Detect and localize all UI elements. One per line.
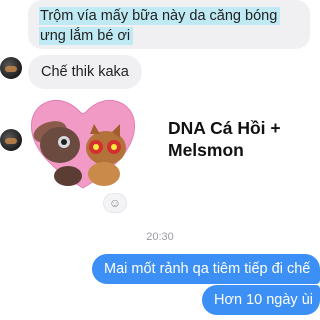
message-text: Mai mốt rảnh qa tiêm tiếp đi chế — [104, 261, 311, 277]
emoji-plus-icon[interactable]: ☺ — [104, 194, 126, 212]
received-message-bubble[interactable]: Chế thik kaka — [28, 55, 142, 89]
cat-right-icon — [86, 124, 126, 186]
message-text-line-1: Trộm vía mấy bữa này da căng bóng — [39, 7, 281, 25]
message-text-line-2: ưng lắm bé ơi — [39, 27, 134, 45]
sent-message-bubble[interactable]: Hơn 10 ngày ùi — [202, 285, 320, 315]
sent-message-bubble[interactable]: Mai mốt rảnh qa tiêm tiếp đi chế — [92, 254, 320, 284]
message-text: Chế thik kaka — [41, 64, 129, 80]
message-timestamp: 20:30 — [146, 231, 174, 243]
kissing-cats-heart-sticker[interactable] — [28, 90, 138, 196]
contact-avatar[interactable] — [0, 129, 22, 151]
message-text: Hơn 10 ngày ùi — [214, 292, 313, 308]
received-message-bubble[interactable]: Trộm vía mấy bữa này da căng bóng ưng lắ… — [28, 0, 310, 49]
contact-avatar[interactable] — [0, 57, 22, 79]
sticker-caption: DNA Cá Hồi + Melsmon — [168, 118, 281, 160]
